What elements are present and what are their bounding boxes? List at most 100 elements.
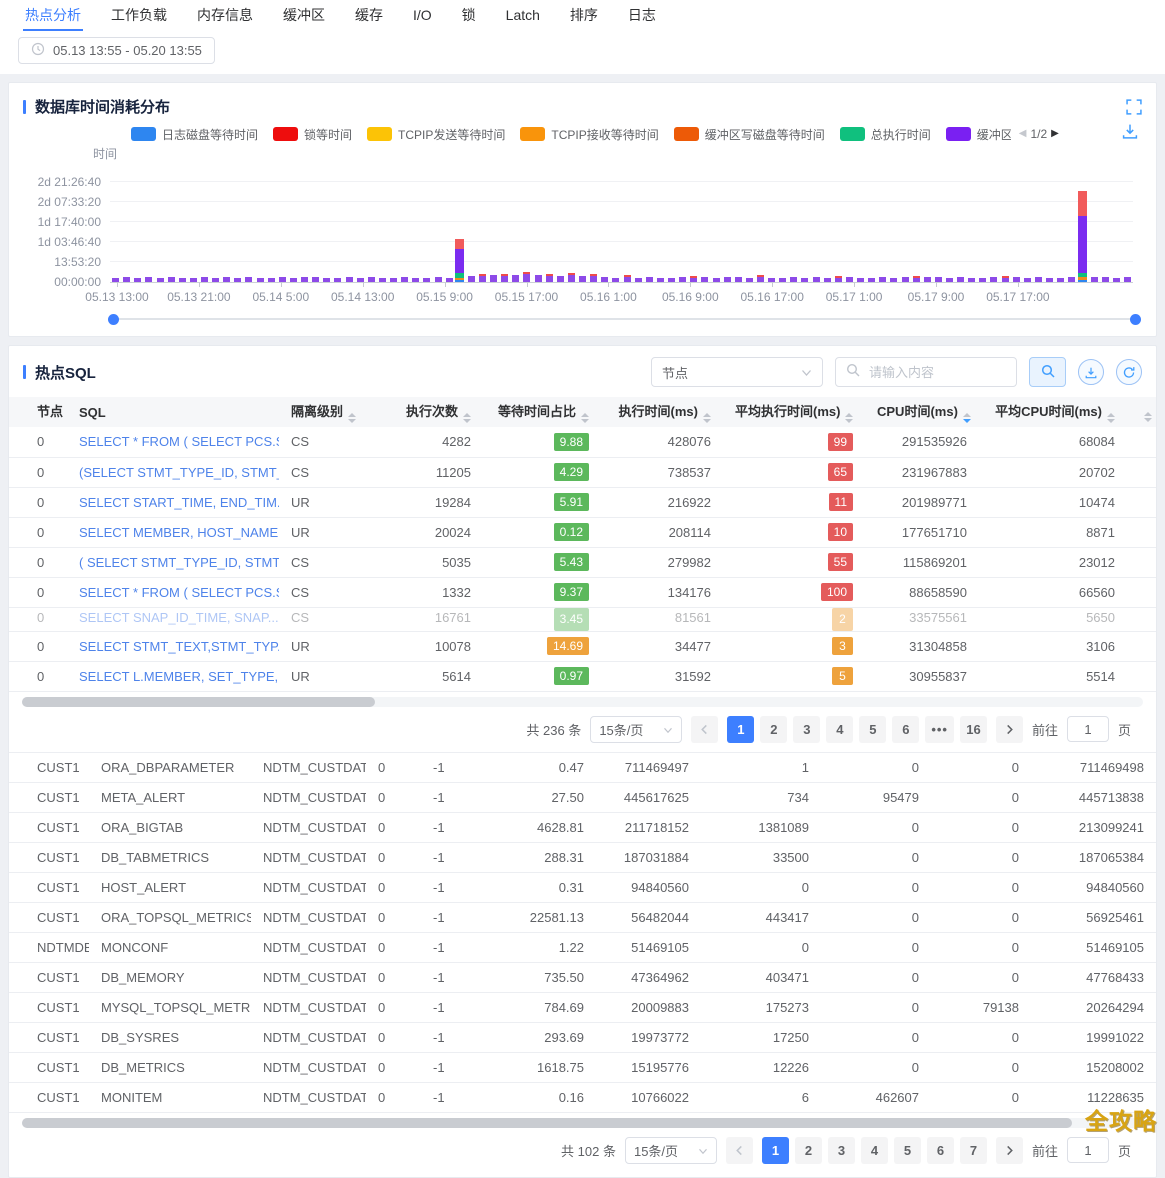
cell-exec-time: 279982 <box>601 547 723 577</box>
sql-statement-link[interactable]: SELECT MEMBER, HOST_NAME... <box>79 525 279 540</box>
page-button-3[interactable]: 3 <box>793 716 820 743</box>
page-button-3[interactable]: 3 <box>828 1137 855 1164</box>
column-header-隔离级别[interactable]: 隔离级别 <box>279 397 363 427</box>
sort-caret-icon[interactable] <box>463 413 471 423</box>
legend-next-icon[interactable]: ▶ <box>1051 129 1059 139</box>
cell: 213099241 <box>1031 812 1156 842</box>
column-header-节点[interactable]: 节点 <box>9 397 67 427</box>
sort-caret-icon[interactable] <box>1144 412 1152 422</box>
page-button-16[interactable]: 16 <box>960 716 987 743</box>
slider-track <box>113 318 1136 320</box>
legend-item[interactable]: 缓冲区写磁盘等待时间 <box>674 126 825 143</box>
sort-caret-icon[interactable] <box>581 413 589 423</box>
column-header-等待时间占比[interactable]: 等待时间占比 <box>483 397 601 427</box>
chart-bar-cap <box>624 275 631 277</box>
search-button[interactable] <box>1029 357 1066 387</box>
tab-内存信息[interactable]: 内存信息 <box>182 0 268 31</box>
column-header-执行次数[interactable]: 执行次数 <box>363 397 483 427</box>
legend-prev-icon[interactable]: ◀ <box>1019 129 1027 139</box>
chart-download-icon[interactable] <box>1122 123 1138 139</box>
sql-statement-link[interactable]: SELECT * FROM ( SELECT PCS.S... <box>79 585 279 600</box>
page-button-7[interactable]: 7 <box>960 1137 987 1164</box>
page-button-2[interactable]: 2 <box>795 1137 822 1164</box>
goto-page-input[interactable] <box>1067 716 1109 742</box>
tab-Latch[interactable]: Latch <box>491 0 555 31</box>
sql-statement-link[interactable]: (SELECT STMT_TYPE_ID, STMT_... <box>79 465 279 480</box>
legend-item[interactable]: 日志磁盘等待时间 <box>131 126 258 143</box>
table-row: CUST1MYSQL_TOPSQL_METRICSNDTM_CUSTDAT0-1… <box>9 992 1156 1022</box>
legend-item[interactable]: TCPIP接收等待时间 <box>520 126 658 143</box>
sql-table-scrollbar[interactable] <box>22 697 1143 707</box>
sql-statement-link[interactable]: ( SELECT STMT_TYPE_ID, STMT... <box>79 555 279 570</box>
page-button-5[interactable]: 5 <box>894 1137 921 1164</box>
hot-tables-scrollbar[interactable] <box>22 1118 1143 1128</box>
pagination-ellipsis[interactable]: ••• <box>925 716 954 743</box>
slider-handle-left[interactable] <box>108 314 119 325</box>
legend-item[interactable]: 总执行时间 <box>840 126 931 143</box>
cell: -1 <box>421 932 476 962</box>
next-page-button[interactable] <box>996 1137 1023 1164</box>
goto-page-input[interactable] <box>1067 1137 1109 1163</box>
search-input[interactable] <box>867 364 997 381</box>
prev-page-button[interactable] <box>726 1137 753 1164</box>
sql-statement-link[interactable]: SELECT START_TIME, END_TIM... <box>79 495 279 510</box>
page-button-1[interactable]: 1 <box>762 1137 789 1164</box>
wait-percent-badge: 4.29 <box>554 463 589 481</box>
sql-statement-link[interactable]: SELECT SNAP_ID_TIME, SNAP... <box>79 610 279 625</box>
page-button-1[interactable]: 1 <box>727 716 754 743</box>
column-header-CPU时间(ms)[interactable]: CPU时间(ms) <box>865 397 979 427</box>
sql-statement-link[interactable]: SELECT STMT_TEXT,STMT_TYP... <box>79 639 279 654</box>
page-button-4[interactable]: 4 <box>861 1137 888 1164</box>
sort-caret-icon[interactable] <box>963 413 971 423</box>
next-page-button[interactable] <box>996 716 1023 743</box>
legend-item[interactable]: 缓冲区 <box>946 126 1011 143</box>
chart-range-slider[interactable] <box>108 313 1141 326</box>
sort-caret-icon[interactable] <box>703 413 711 423</box>
chart-spike-segment <box>455 280 464 282</box>
tab-日志[interactable]: 日志 <box>613 0 671 31</box>
slider-handle-right[interactable] <box>1130 314 1141 325</box>
sort-caret-icon[interactable] <box>845 413 853 423</box>
table-row: CUST1META_ALERTNDTM_CUSTDAT0-127.5044561… <box>9 782 1156 812</box>
column-header-平均执行时间(ms)[interactable]: 平均执行时间(ms) <box>723 397 865 427</box>
sql-statement-link[interactable]: SELECT L.MEMBER, SET_TYPE, ... <box>79 669 279 684</box>
column-header-执行时间(ms)[interactable]: 执行时间(ms) <box>601 397 723 427</box>
scrollbar-thumb[interactable] <box>22 1118 1072 1128</box>
tab-工作负载[interactable]: 工作负载 <box>96 0 182 31</box>
page-button-4[interactable]: 4 <box>826 716 853 743</box>
legend-item[interactable]: TCPIP发送等待时间 <box>367 126 505 143</box>
prev-page-button[interactable] <box>691 716 718 743</box>
column-header-平均CPU时间(ms)[interactable]: 平均CPU时间(ms) <box>979 397 1127 427</box>
cell-avg-exec-time: 2 <box>723 607 865 631</box>
page-size-select[interactable]: 15条/页 <box>625 1137 717 1164</box>
tab-缓存[interactable]: 缓存 <box>340 0 398 31</box>
tab-排序[interactable]: 排序 <box>555 0 613 31</box>
cell-avg-exec-time: 100 <box>723 577 865 607</box>
sort-caret-icon[interactable] <box>348 413 356 423</box>
sort-caret-icon[interactable] <box>1107 413 1115 423</box>
legend-item[interactable]: 锁等时间 <box>273 126 352 143</box>
title-accent-bar <box>23 365 26 379</box>
tab-锁[interactable]: 锁 <box>447 0 491 31</box>
page-size-select[interactable]: 15条/页 <box>590 716 682 743</box>
tab-I/O[interactable]: I/O <box>398 0 447 31</box>
column-header-extra[interactable] <box>1127 397 1156 427</box>
page-button-6[interactable]: 6 <box>927 1137 954 1164</box>
chart-bar <box>813 277 820 282</box>
node-filter-select[interactable]: 节点 <box>651 357 823 387</box>
refresh-button[interactable] <box>1116 359 1142 385</box>
expand-icon[interactable] <box>1126 99 1142 115</box>
page-button-2[interactable]: 2 <box>760 716 787 743</box>
scrollbar-thumb[interactable] <box>22 697 375 707</box>
tab-热点分析[interactable]: 热点分析 <box>10 0 96 31</box>
chart-bar <box>1102 277 1109 282</box>
date-range-picker[interactable]: 05.13 13:55 - 05.20 13:55 <box>18 37 215 64</box>
sql-statement-link[interactable]: SELECT * FROM ( SELECT PCS.S... <box>79 434 279 449</box>
page-button-6[interactable]: 6 <box>892 716 919 743</box>
download-button[interactable] <box>1078 359 1104 385</box>
cell: 0 <box>931 932 1031 962</box>
cell: 15208002 <box>1031 1052 1156 1082</box>
chart-bar <box>1057 278 1064 282</box>
tab-缓冲区[interactable]: 缓冲区 <box>268 0 340 31</box>
page-button-5[interactable]: 5 <box>859 716 886 743</box>
